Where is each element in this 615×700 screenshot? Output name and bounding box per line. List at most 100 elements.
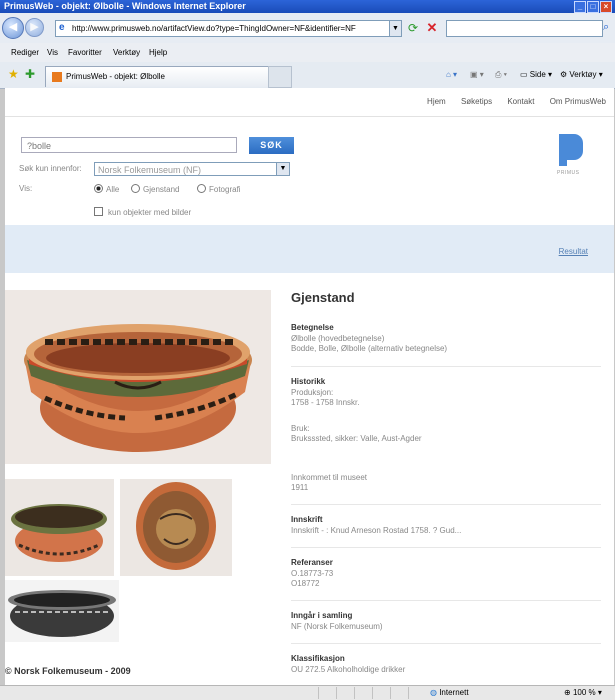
gear-icon: ⚙	[560, 70, 570, 79]
tab-primusweb[interactable]: PrimusWeb - objekt: Ølbolle	[45, 66, 269, 87]
samling-line: NF (Norsk Folkemuseum)	[291, 622, 383, 631]
feeds-icon[interactable]: ▣ ▾	[470, 69, 484, 81]
bowl-thumbnail-1	[11, 504, 107, 562]
add-favorite-icon[interactable]: ✚	[25, 68, 35, 80]
search-icon[interactable]: ⌕	[603, 21, 615, 35]
globe-icon: ◍	[430, 688, 440, 697]
tab-bar: ★ ✚ PrimusWeb - objekt: Ølbolle ⌂ ▾ ▣ ▾ …	[0, 62, 615, 89]
nav-link-soketips[interactable]: Søketips	[461, 97, 492, 106]
address-url: http://www.primusweb.no/artifactView.do?…	[72, 24, 356, 33]
address-field[interactable]: e http://www.primusweb.no/artifactView.do…	[55, 20, 402, 37]
radio-gjenstand[interactable]: Gjenstand	[131, 184, 179, 194]
radio-fotografi[interactable]: Fotografi	[197, 184, 241, 194]
close-button[interactable]: ×	[600, 1, 612, 13]
section-title-innskrift: Innskrift	[291, 515, 323, 524]
menu-bar: Rediger Vis Favoritter Verktøy Hjelp	[0, 43, 615, 62]
nav-link-hjem[interactable]: Hjem	[427, 97, 446, 106]
bowl-thumbnail-3	[8, 590, 116, 637]
logo-text: PRIMUS	[557, 170, 580, 176]
thumbnail-bw-photo[interactable]	[5, 580, 119, 642]
historikk-line: 1911	[291, 483, 309, 492]
primus-logo: PRIMUS	[555, 134, 599, 178]
main-object-image[interactable]	[5, 290, 271, 464]
results-band	[5, 225, 614, 273]
page-icon: ▭	[520, 70, 530, 79]
address-dropdown-icon[interactable]: ▼	[389, 21, 401, 36]
radio-unselected-icon	[197, 184, 206, 193]
browser-search-input[interactable]	[446, 20, 603, 37]
section-title-betegnelse: Betegnelse	[291, 323, 334, 332]
search-within-label: Søk kun innenfor:	[19, 164, 82, 173]
tab-title: PrimusWeb - objekt: Ølbolle	[66, 72, 165, 81]
back-arrow-icon: ◀	[8, 21, 18, 33]
menu-item-rediger[interactable]: Rediger	[11, 43, 39, 62]
thumbnail-side-view[interactable]	[5, 479, 114, 576]
only-with-images-checkbox[interactable]: kun objekter med bilder	[94, 207, 191, 217]
nav-link-kontakt[interactable]: Kontakt	[507, 97, 534, 106]
nav-divider	[5, 116, 614, 117]
minimize-button[interactable]: _	[574, 1, 586, 13]
menu-item-vis[interactable]: Vis	[47, 43, 58, 62]
section-title-inngar-i-samling: Inngår i samling	[291, 611, 353, 620]
window-controls: _ □ ×	[574, 1, 612, 13]
innskrift-line: Innskrift - : Knud Arneson Rostad 1758. …	[291, 526, 462, 535]
forward-button[interactable]: ▶	[25, 18, 44, 37]
museum-select-value: Norsk Folkemuseum (NF)	[98, 165, 202, 175]
zoom-level[interactable]: ⊕ 100 % ▾	[564, 686, 602, 700]
security-zone: ◍ Internett	[430, 688, 469, 697]
status-bar: ◍ Internett ⊕ 100 % ▾	[0, 685, 615, 700]
window-titlebar: PrimusWeb - objekt: Ølbolle - Windows In…	[0, 0, 615, 13]
search-button[interactable]: SØK	[249, 137, 294, 154]
site-favicon-icon	[52, 72, 62, 82]
address-toolbar: ◀ ▶ e http://www.primusweb.no/artifactVie…	[0, 13, 615, 44]
menu-item-verktoy[interactable]: Verktøy	[113, 43, 140, 62]
museum-select[interactable]: Norsk Folkemuseum (NF) ▼	[94, 162, 290, 176]
radio-alle[interactable]: Alle	[94, 184, 119, 194]
bowl-thumbnail-2	[136, 482, 216, 570]
section-divider	[291, 547, 601, 548]
thumbnail-inside-view[interactable]	[120, 479, 232, 576]
radio-unselected-icon	[131, 184, 140, 193]
tools-menu[interactable]: ⚙ Verktøy ▾	[560, 69, 603, 81]
section-title-referanser: Referanser	[291, 558, 333, 567]
refresh-icon[interactable]: ⟳	[406, 21, 420, 35]
checkbox-icon	[94, 207, 103, 216]
zoom-icon: ⊕	[564, 688, 573, 697]
betegnelse-line-2: Bodde, Bolle, Ølbolle (alternativ betegn…	[291, 344, 448, 353]
referanser-line: O18772	[291, 579, 320, 588]
menu-item-favoritter[interactable]: Favoritter	[68, 43, 102, 62]
klassifikasjon-line: OU 272.5 Alkoholholdige drikker	[291, 665, 406, 674]
section-divider	[291, 504, 601, 505]
historikk-line: Produksjon:	[291, 388, 334, 397]
maximize-button[interactable]: □	[587, 1, 599, 13]
copyright-text: © Norsk Folkemuseum - 2009	[5, 666, 131, 676]
object-heading: Gjenstand	[291, 290, 355, 305]
chevron-down-icon: ▼	[276, 163, 289, 175]
site-top-nav: Hjem Søketips Kontakt Om PrimusWeb	[414, 97, 606, 106]
section-divider	[291, 643, 601, 644]
window-title: PrimusWeb - objekt: Ølbolle - Windows In…	[4, 1, 246, 11]
print-icon[interactable]: ⎙ ▾	[495, 69, 507, 81]
bowl-photo	[24, 324, 252, 452]
web-page: Hjem Søketips Kontakt Om PrimusWeb ?boll…	[5, 88, 614, 685]
stop-icon[interactable]: ✕	[425, 21, 439, 35]
section-divider	[291, 366, 601, 367]
home-icon[interactable]: ⌂ ▾	[446, 69, 457, 81]
historikk-line: Bruk:	[291, 424, 310, 433]
page-menu[interactable]: ▭ Side ▾	[520, 69, 552, 81]
nav-link-om-primusweb[interactable]: Om PrimusWeb	[550, 97, 606, 106]
resultat-link[interactable]: Resultat	[559, 247, 588, 256]
section-title-historikk: Historikk	[291, 377, 326, 386]
betegnelse-line-1: Ølbolle (hovedbetegnelse)	[291, 334, 385, 343]
forward-arrow-icon: ▶	[30, 21, 39, 33]
historikk-line: Bruksssted, sikker: Valle, Aust-Agder	[291, 434, 422, 443]
radio-selected-icon	[94, 184, 103, 193]
search-input[interactable]: ?bolle	[21, 137, 237, 153]
back-button[interactable]: ◀	[2, 17, 24, 39]
menu-item-hjelp[interactable]: Hjelp	[149, 43, 167, 62]
favorites-star-icon[interactable]: ★	[8, 68, 19, 80]
new-tab-button[interactable]	[268, 66, 292, 88]
vis-label: Vis:	[19, 184, 33, 193]
historikk-line: 1758 - 1758 Innskr.	[291, 398, 360, 407]
section-title-klassifikasjon: Klassifikasjon	[291, 654, 345, 663]
